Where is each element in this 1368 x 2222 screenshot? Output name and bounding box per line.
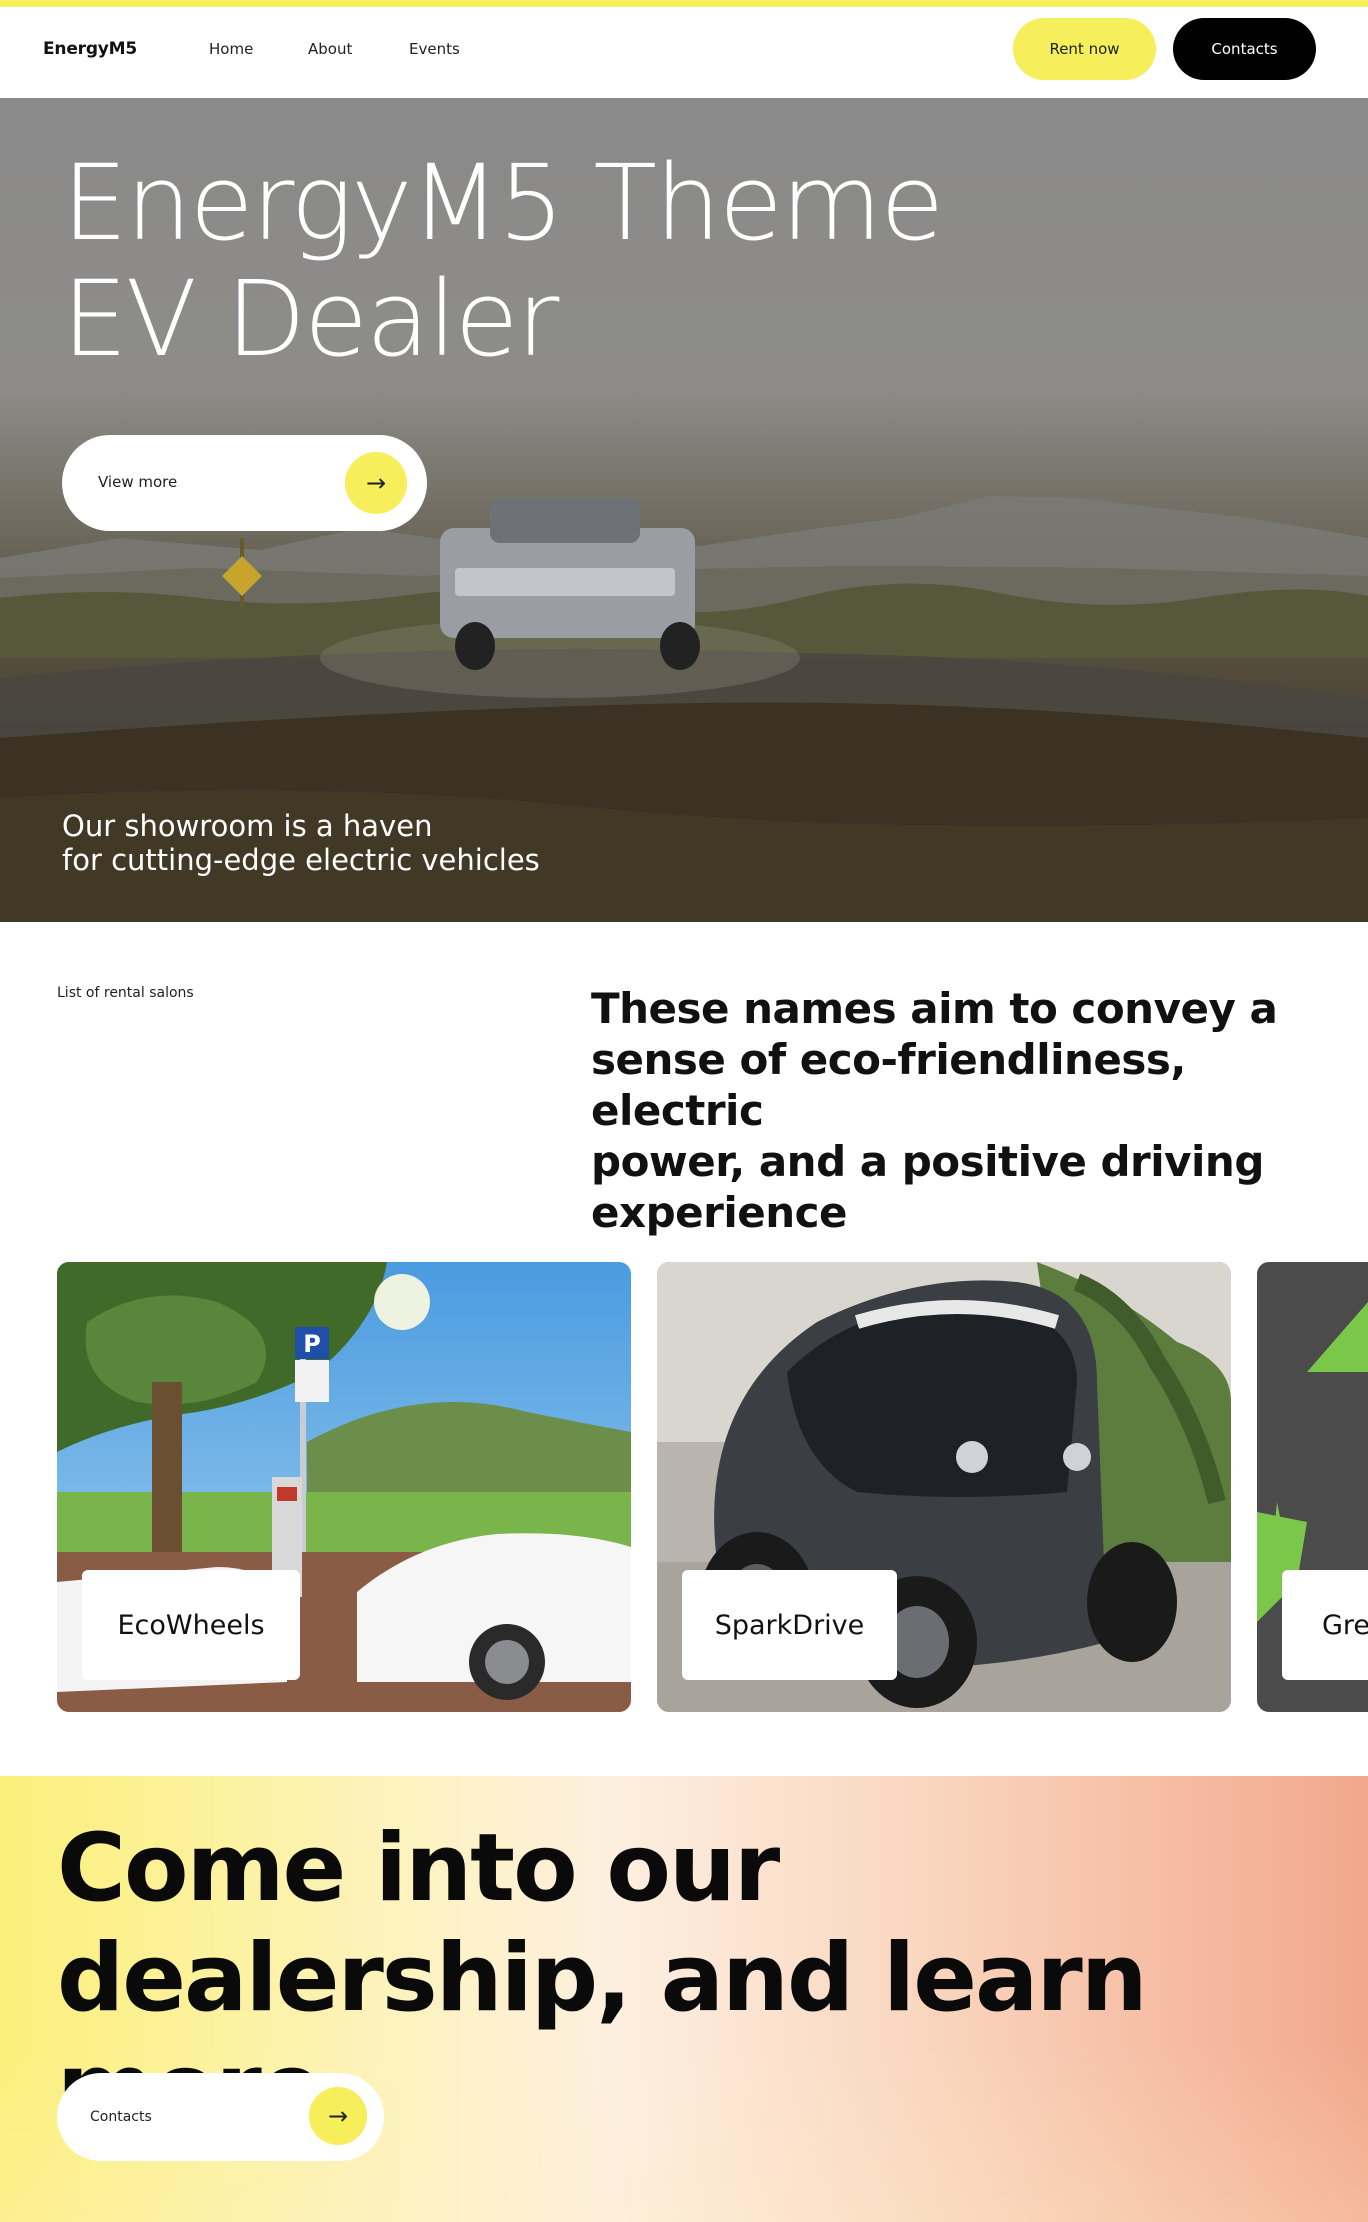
- salons-heading: These names aim to convey a sense of eco…: [591, 983, 1311, 1238]
- view-more-button[interactable]: View more →: [62, 435, 427, 531]
- top-accent-line: [0, 0, 1368, 7]
- salon-card-sparkdrive[interactable]: SparkDrive: [657, 1262, 1231, 1712]
- cta-contacts-label: Contacts: [90, 2109, 152, 2125]
- cta-section: Come into our dealership, and learn more…: [0, 1776, 1368, 2222]
- salon-card-label: SparkDrive: [682, 1570, 897, 1680]
- salons-heading-line-1: These names aim to convey a: [591, 984, 1278, 1033]
- salons-heading-line-3: power, and a positive driving: [591, 1137, 1264, 1186]
- hero-title-line-2: EV Dealer: [62, 258, 559, 380]
- view-more-label: View more: [98, 473, 178, 491]
- salon-card-ecowheels[interactable]: P EcoWheels: [57, 1262, 631, 1712]
- site-header: EnergyM5 Home About Events Rent now Cont…: [0, 7, 1368, 98]
- hero-title: EnergyM5 Theme EV Dealer: [62, 142, 944, 380]
- nav-events[interactable]: Events: [409, 40, 460, 58]
- salon-card-label: Gre: [1282, 1570, 1368, 1680]
- cta-title-line-1: Come into our: [57, 1814, 780, 1923]
- nav-about[interactable]: About: [308, 40, 352, 58]
- cta-contacts-button[interactable]: Contacts →: [57, 2073, 384, 2161]
- salons-heading-line-2: sense of eco-friendliness, electric: [591, 1035, 1186, 1135]
- salon-card-green[interactable]: Gre: [1257, 1262, 1368, 1712]
- hero-section: EnergyM5 Theme EV Dealer View more → Our…: [0, 98, 1368, 922]
- hero-subtitle-line-2: for cutting-edge electric vehicles: [62, 843, 540, 877]
- arrow-right-icon: →: [345, 452, 407, 514]
- nav-home[interactable]: Home: [209, 40, 253, 58]
- salons-heading-line-4: experience: [591, 1188, 848, 1237]
- salons-section-label: List of rental salons: [57, 985, 194, 1001]
- hero-subtitle-line-1: Our showroom is a haven: [62, 809, 433, 843]
- salon-card-label: EcoWheels: [82, 1570, 300, 1680]
- svg-text:P: P: [303, 1330, 321, 1358]
- hero-subtitle: Our showroom is a haven for cutting-edge…: [62, 809, 540, 877]
- rent-now-button[interactable]: Rent now: [1013, 18, 1156, 80]
- brand-logo[interactable]: EnergyM5: [43, 39, 137, 59]
- hero-title-line-1: EnergyM5 Theme: [62, 142, 944, 264]
- contacts-button[interactable]: Contacts: [1173, 18, 1316, 80]
- arrow-right-icon: →: [309, 2087, 367, 2145]
